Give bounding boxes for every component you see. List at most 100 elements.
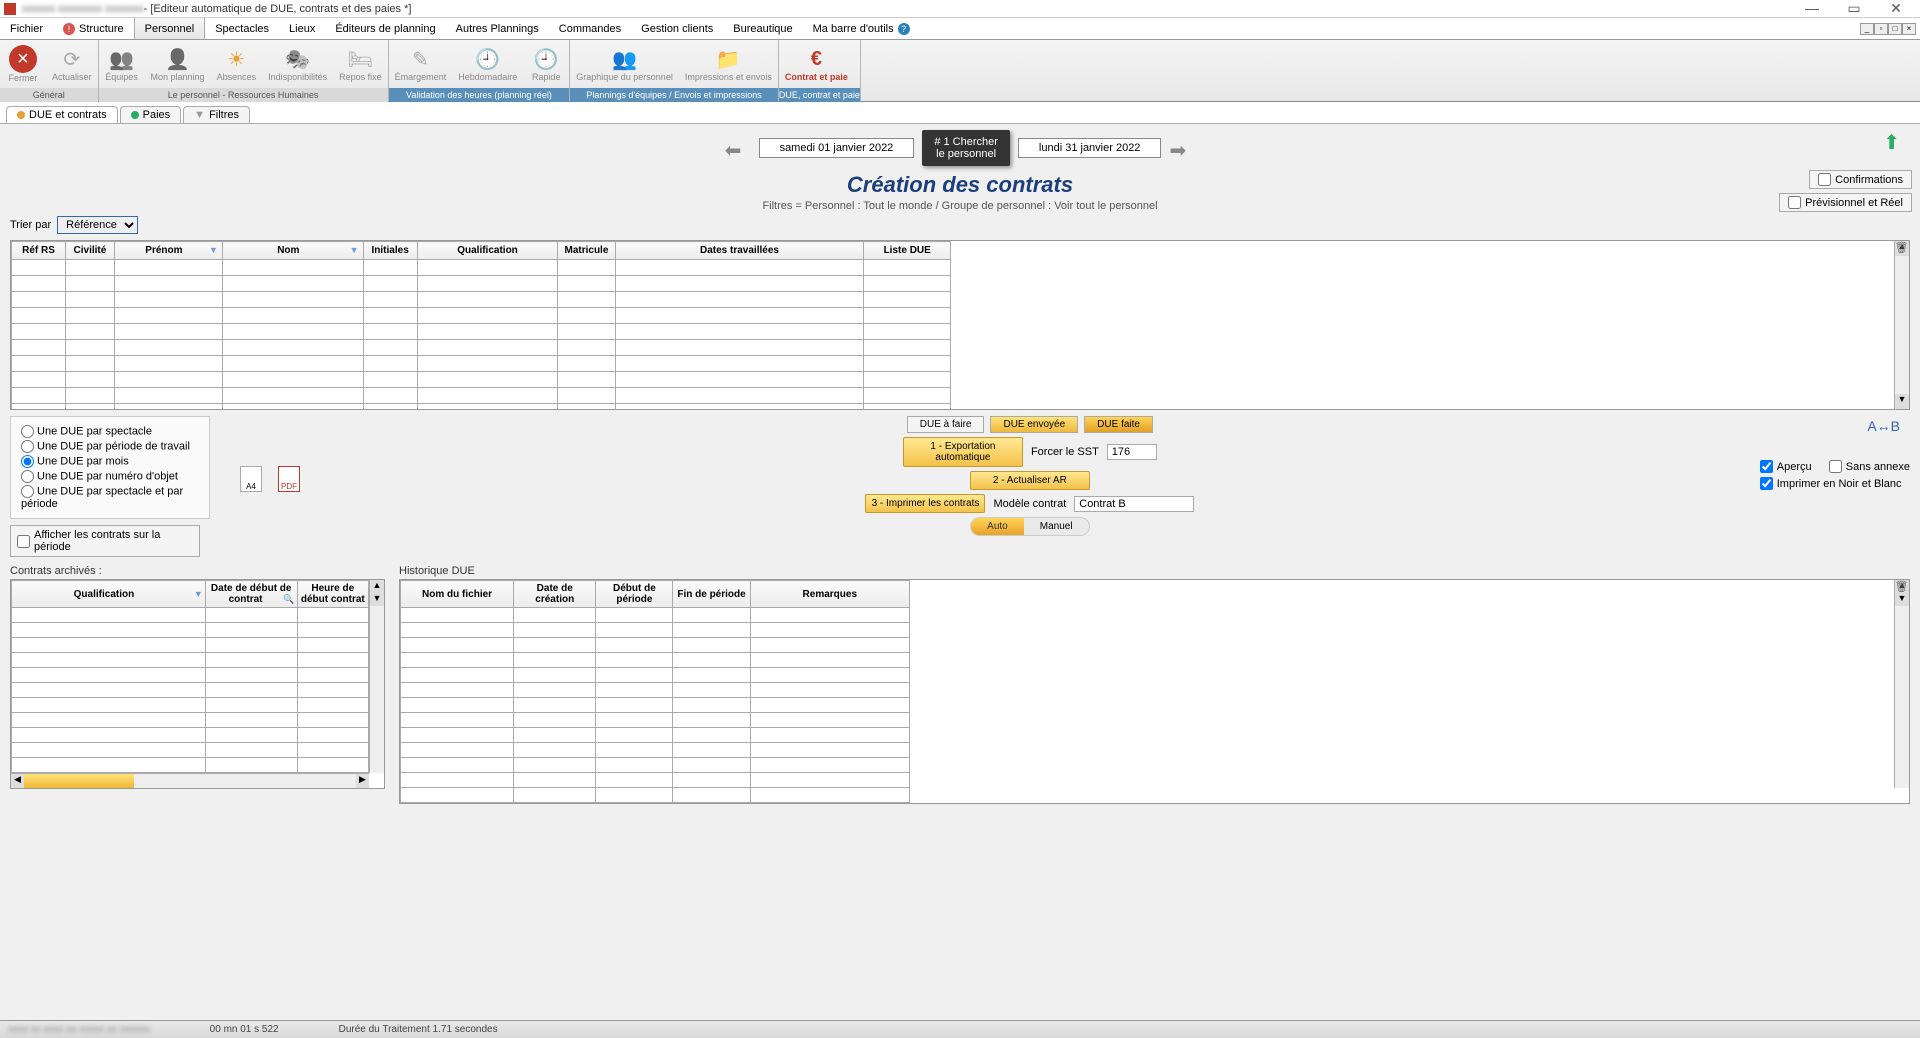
table-cell[interactable] — [297, 608, 368, 623]
search-personnel-button[interactable]: # 1 Chercher le personnel — [922, 130, 1010, 166]
clear-history-icon[interactable]: 🗑 — [1894, 580, 1909, 595]
table-cell[interactable] — [417, 372, 558, 388]
table-cell[interactable] — [66, 260, 115, 276]
table-cell[interactable] — [417, 404, 558, 411]
table-cell[interactable] — [615, 260, 864, 276]
table-cell[interactable] — [673, 728, 750, 743]
close-button[interactable]: ✕ — [1876, 0, 1916, 17]
table-cell[interactable] — [222, 292, 363, 308]
tab-paies[interactable]: Paies — [120, 106, 182, 123]
table-cell[interactable] — [114, 404, 222, 411]
export-auto-button[interactable]: 1 - Exportation automatique — [903, 437, 1023, 467]
collapse-up-icon[interactable]: ⬆ — [1883, 130, 1900, 155]
table-cell[interactable] — [596, 638, 673, 653]
table-cell[interactable] — [363, 340, 417, 356]
table-row[interactable] — [12, 324, 951, 340]
table-cell[interactable] — [615, 276, 864, 292]
table-cell[interactable] — [864, 404, 951, 411]
menu-structure[interactable]: !Structure — [53, 18, 134, 39]
table-cell[interactable] — [596, 668, 673, 683]
col-header[interactable]: Heure de début contrat — [297, 581, 368, 608]
table-cell[interactable] — [66, 308, 115, 324]
menu-ma-barre-d-outils[interactable]: Ma barre d'outils? — [803, 18, 920, 39]
mdi-restore-button[interactable]: ▫ — [1874, 23, 1888, 35]
table-row[interactable] — [12, 698, 369, 713]
table-cell[interactable] — [750, 758, 909, 773]
table-cell[interactable] — [66, 324, 115, 340]
table-row[interactable] — [12, 260, 951, 276]
minimize-button[interactable]: — — [1792, 0, 1832, 17]
table-cell[interactable] — [222, 276, 363, 292]
table-cell[interactable] — [514, 698, 596, 713]
table-cell[interactable] — [417, 388, 558, 404]
col-header[interactable]: Matricule — [558, 242, 615, 260]
table-cell[interactable] — [12, 372, 66, 388]
table-cell[interactable] — [363, 324, 417, 340]
table-cell[interactable] — [114, 388, 222, 404]
table-cell[interactable] — [558, 404, 615, 411]
table-cell[interactable] — [297, 713, 368, 728]
table-cell[interactable] — [401, 788, 514, 803]
table-cell[interactable] — [514, 743, 596, 758]
table-row[interactable] — [401, 713, 910, 728]
table-cell[interactable] — [558, 292, 615, 308]
table-cell[interactable] — [114, 340, 222, 356]
table-cell[interactable] — [205, 608, 297, 623]
table-row[interactable] — [401, 683, 910, 698]
table-cell[interactable] — [205, 668, 297, 683]
table-row[interactable] — [401, 773, 910, 788]
table-cell[interactable] — [864, 308, 951, 324]
due-radio-option[interactable]: Une DUE par mois — [21, 455, 199, 468]
table-cell[interactable] — [66, 404, 115, 411]
show-contracts-checkbox[interactable]: Afficher les contrats sur la période — [10, 525, 200, 557]
prev-period-arrow[interactable]: ⬅ — [725, 138, 751, 158]
a4-doc-icon[interactable]: A4 — [240, 466, 262, 492]
ribbon-contrat-button[interactable]: Contrat et paie — [779, 40, 854, 88]
ribbon-repos-button[interactable]: Repos fixe — [333, 40, 388, 88]
menu--diteurs-de-planning[interactable]: Éditeurs de planning — [325, 18, 445, 39]
due-radio-option[interactable]: Une DUE par période de travail — [21, 440, 199, 453]
table-cell[interactable] — [363, 388, 417, 404]
due-todo-pill[interactable]: DUE à faire — [907, 416, 985, 433]
table-cell[interactable] — [596, 758, 673, 773]
table-cell[interactable] — [401, 668, 514, 683]
table-cell[interactable] — [750, 638, 909, 653]
clear-table-icon[interactable]: 🗑 — [1894, 241, 1909, 259]
table-cell[interactable] — [363, 292, 417, 308]
table-cell[interactable] — [297, 758, 368, 773]
apercu-checkbox[interactable]: Aperçu Sans annexe — [1760, 460, 1910, 473]
table-cell[interactable] — [297, 728, 368, 743]
table-cell[interactable] — [297, 743, 368, 758]
table-cell[interactable] — [401, 623, 514, 638]
col-header[interactable]: Civilité — [66, 242, 115, 260]
previsionnel-reel-checkbox[interactable]: Prévisionnel et Réel — [1779, 193, 1912, 212]
ribbon-rapide-button[interactable]: Rapide — [523, 40, 569, 88]
table-cell[interactable] — [673, 773, 750, 788]
table-cell[interactable] — [750, 683, 909, 698]
menu-commandes[interactable]: Commandes — [549, 18, 631, 39]
table-row[interactable] — [401, 608, 910, 623]
table-cell[interactable] — [596, 713, 673, 728]
menu-autres-plannings[interactable]: Autres Plannings — [446, 18, 549, 39]
table-cell[interactable] — [750, 773, 909, 788]
table-cell[interactable] — [514, 608, 596, 623]
table-cell[interactable] — [12, 356, 66, 372]
table-cell[interactable] — [401, 713, 514, 728]
table-cell[interactable] — [297, 653, 368, 668]
table-cell[interactable] — [615, 404, 864, 411]
table-cell[interactable] — [363, 372, 417, 388]
table-cell[interactable] — [750, 713, 909, 728]
table-cell[interactable] — [222, 388, 363, 404]
table-row[interactable] — [401, 698, 910, 713]
table-cell[interactable] — [417, 324, 558, 340]
filter-icon[interactable]: ▼ — [194, 589, 203, 599]
table-cell[interactable] — [673, 623, 750, 638]
table-cell[interactable] — [205, 758, 297, 773]
table-cell[interactable] — [297, 668, 368, 683]
table-cell[interactable] — [205, 638, 297, 653]
export-ab-icon[interactable]: A↔B — [1867, 418, 1900, 434]
table-cell[interactable] — [363, 276, 417, 292]
table-row[interactable] — [12, 292, 951, 308]
filter-icon[interactable]: ▼ — [209, 245, 218, 255]
table-cell[interactable] — [514, 668, 596, 683]
